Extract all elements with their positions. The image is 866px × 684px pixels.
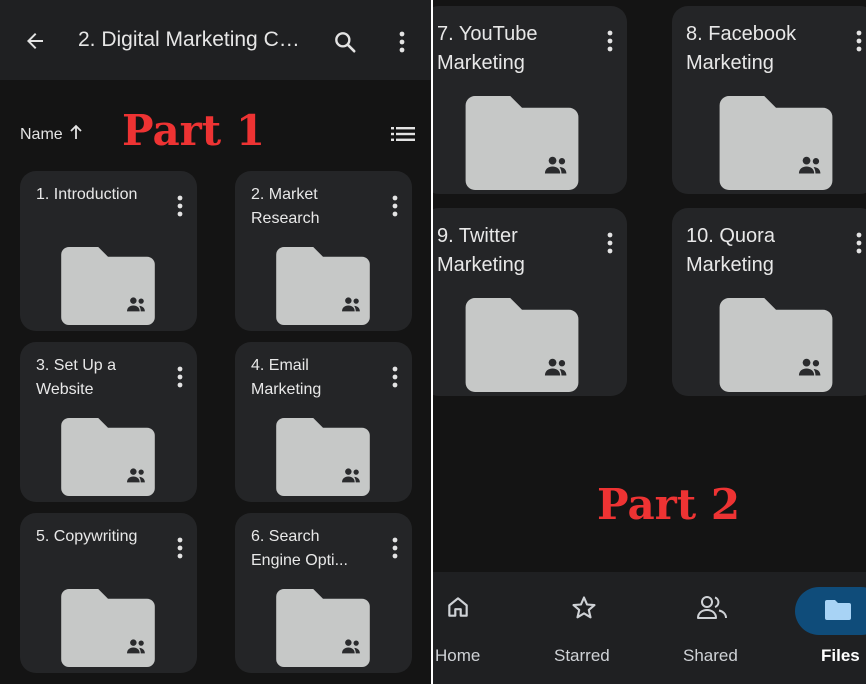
folder-name: 9. Twitter Marketing (437, 225, 525, 276)
folder-thumbnail-icon (719, 96, 833, 195)
sort-control[interactable]: Name (20, 124, 83, 145)
right-screenshot-panel: 7. YouTube Marketing 8. Facebook Marketin… (433, 0, 866, 684)
more-vert-icon[interactable] (392, 537, 398, 564)
folder-name: 10. Quora Marketing (686, 225, 775, 276)
more-vert-icon[interactable] (390, 28, 414, 56)
folder-thumbnail-icon (60, 247, 156, 330)
nav-label-files: Files (821, 646, 860, 665)
more-vert-icon[interactable] (607, 232, 613, 259)
folder-thumbnail-icon (275, 247, 371, 330)
folder-card[interactable]: 7. YouTube Marketing (433, 6, 627, 194)
folder-card[interactable]: 2. Market Research (235, 171, 412, 331)
part-1-annotation: Part 1 (122, 106, 266, 155)
folder-icon (823, 598, 853, 627)
folder-card[interactable]: 6. Search Engine Opti... (235, 513, 412, 673)
more-vert-icon[interactable] (856, 30, 862, 57)
nav-item-starred[interactable]: Starred (553, 572, 613, 684)
more-vert-icon[interactable] (177, 195, 183, 222)
folder-thumbnail-icon (60, 418, 156, 501)
folder-thumbnail-icon (719, 298, 833, 397)
nav-item-files[interactable]: Files (813, 572, 866, 684)
arrow-up-icon (69, 124, 83, 145)
folder-name: 7. YouTube Marketing (437, 23, 538, 74)
list-view-icon[interactable] (390, 124, 416, 144)
app-bar: 2. Digital Marketing Course (0, 0, 431, 80)
nav-item-shared[interactable]: Shared (681, 572, 741, 684)
more-vert-icon[interactable] (177, 366, 183, 393)
folder-card[interactable]: 5. Copywriting (20, 513, 197, 673)
folder-name: 4. Email Marketing (251, 357, 322, 398)
nav-item-home[interactable]: Home (433, 572, 483, 684)
star-icon (570, 594, 598, 627)
folder-card[interactable]: 9. Twitter Marketing (433, 208, 627, 396)
folder-card[interactable]: 10. Quora Marketing (672, 208, 866, 396)
folder-card[interactable]: 4. Email Marketing (235, 342, 412, 502)
folder-thumbnail-icon (465, 298, 579, 397)
shared-people-icon (696, 594, 728, 627)
part-2-annotation: Part 2 (597, 480, 741, 529)
home-icon (445, 594, 471, 625)
sort-label: Name (20, 125, 63, 143)
more-vert-icon[interactable] (392, 195, 398, 222)
page-title: 2. Digital Marketing Course (78, 28, 308, 51)
more-vert-icon[interactable] (177, 537, 183, 564)
folder-thumbnail-icon (275, 589, 371, 672)
folder-thumbnail-icon (275, 418, 371, 501)
folder-card[interactable]: 1. Introduction (20, 171, 197, 331)
folder-name: 1. Introduction (36, 186, 138, 203)
nav-label-shared: Shared (683, 646, 738, 665)
folder-name: 5. Copywriting (36, 528, 138, 545)
folder-thumbnail-icon (60, 589, 156, 672)
more-vert-icon[interactable] (392, 366, 398, 393)
folder-name: 2. Market Research (251, 186, 320, 227)
left-screenshot-panel: 2. Digital Marketing Course Name Part 1 … (0, 0, 431, 684)
nav-label-starred: Starred (554, 646, 610, 665)
search-icon[interactable] (331, 28, 359, 56)
folder-card[interactable]: 8. Facebook Marketing (672, 6, 866, 194)
folder-card[interactable]: 3. Set Up a Website (20, 342, 197, 502)
folder-name: 6. Search Engine Opti... (251, 528, 348, 569)
back-arrow-icon[interactable] (22, 28, 48, 54)
nav-label-home: Home (435, 646, 481, 665)
bottom-navigation: Home Starred Shared Files (433, 572, 866, 684)
more-vert-icon[interactable] (607, 30, 613, 57)
folder-thumbnail-icon (465, 96, 579, 195)
folder-name: 3. Set Up a Website (36, 357, 117, 398)
folder-name: 8. Facebook Marketing (686, 23, 797, 74)
more-vert-icon[interactable] (856, 232, 862, 259)
